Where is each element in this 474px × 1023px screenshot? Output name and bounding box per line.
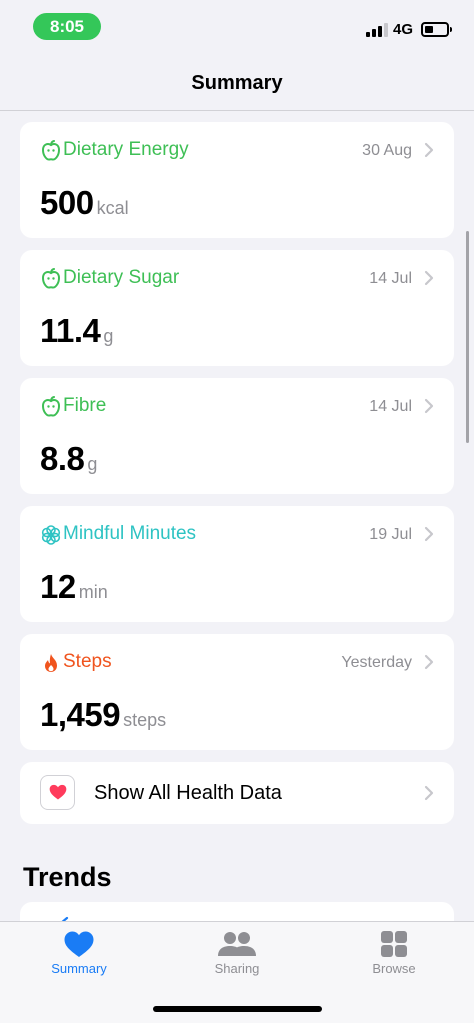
card-value-unit: min <box>78 582 108 602</box>
home-indicator[interactable] <box>153 1006 322 1012</box>
card-value-unit: kcal <box>96 198 129 218</box>
card-value-unit: steps <box>123 710 167 730</box>
card-value-number: 11.4 <box>40 312 101 349</box>
tab-label: Summary <box>51 961 107 976</box>
tab-summary[interactable]: Summary <box>24 930 134 976</box>
summary-card-fibre[interactable]: Fibre 14 Jul 8.8 g <box>20 378 454 494</box>
card-value-unit: g <box>103 326 114 346</box>
health-app-tile <box>40 775 75 810</box>
show-all-label: Show All Health Data <box>94 782 282 804</box>
apple-icon <box>41 140 61 161</box>
card-value: 8.8 g <box>40 440 97 478</box>
people-icon <box>218 932 256 956</box>
cellular-signal-icon <box>366 23 388 37</box>
chevron-right-icon <box>424 526 434 542</box>
card-date: 30 Aug <box>362 142 412 159</box>
chevron-right-icon <box>424 654 434 670</box>
trends-heading: Trends <box>23 862 112 892</box>
battery-icon <box>421 22 452 37</box>
card-value: 11.4 g <box>40 312 113 350</box>
card-date: 14 Jul <box>369 398 412 415</box>
summary-card-dietary-sugar[interactable]: Dietary Sugar 14 Jul 11.4 g <box>20 250 454 366</box>
status-bar: 8:05 4G <box>0 0 474 56</box>
show-all-health-data-button[interactable]: Show All Health Data <box>20 762 454 824</box>
chevron-right-icon <box>424 398 434 414</box>
grid-icon <box>381 931 407 957</box>
card-value: 1,459 steps <box>40 696 166 734</box>
flame-icon <box>45 654 57 672</box>
card-date: 19 Jul <box>369 526 412 543</box>
card-title: Steps <box>63 651 112 672</box>
mindfulness-flower-icon <box>41 525 61 545</box>
apple-icon <box>41 268 61 289</box>
summary-card-dietary-energy[interactable]: Dietary Energy 30 Aug 500 kcal <box>20 122 454 238</box>
chevron-right-icon <box>424 270 434 286</box>
heart-icon <box>49 784 67 800</box>
network-type: 4G <box>393 21 414 38</box>
tab-label: Browse <box>372 961 416 976</box>
card-value-number: 500 <box>40 184 94 221</box>
card-title: Fibre <box>63 395 107 416</box>
status-time[interactable]: 8:05 <box>33 13 101 40</box>
card-value: 12 min <box>40 568 108 606</box>
apple-icon <box>41 396 61 417</box>
card-value-number: 12 <box>40 568 76 605</box>
card-value-number: 1,459 <box>40 696 121 733</box>
card-value: 500 kcal <box>40 184 129 222</box>
page-title: Summary <box>191 72 283 94</box>
chevron-right-icon <box>424 785 434 801</box>
scrollbar[interactable] <box>466 231 469 443</box>
tab-browse[interactable]: Browse <box>339 930 449 976</box>
tab-label: Sharing <box>214 961 260 976</box>
card-date: Yesterday <box>341 654 412 671</box>
card-value-unit: g <box>87 454 98 474</box>
heart-icon <box>64 931 94 957</box>
card-title: Dietary Sugar <box>63 267 180 288</box>
chevron-right-icon <box>424 142 434 158</box>
summary-card-mindful-minutes[interactable]: Mindful Minutes 19 Jul 12 min <box>20 506 454 622</box>
summary-card-steps[interactable]: Steps Yesterday 1,459 steps <box>20 634 454 750</box>
tab-sharing[interactable]: Sharing <box>182 930 292 976</box>
card-title: Dietary Energy <box>63 139 189 160</box>
card-date: 14 Jul <box>369 270 412 287</box>
card-value-number: 8.8 <box>40 440 85 477</box>
card-title: Mindful Minutes <box>63 523 197 544</box>
nav-divider <box>0 110 474 111</box>
